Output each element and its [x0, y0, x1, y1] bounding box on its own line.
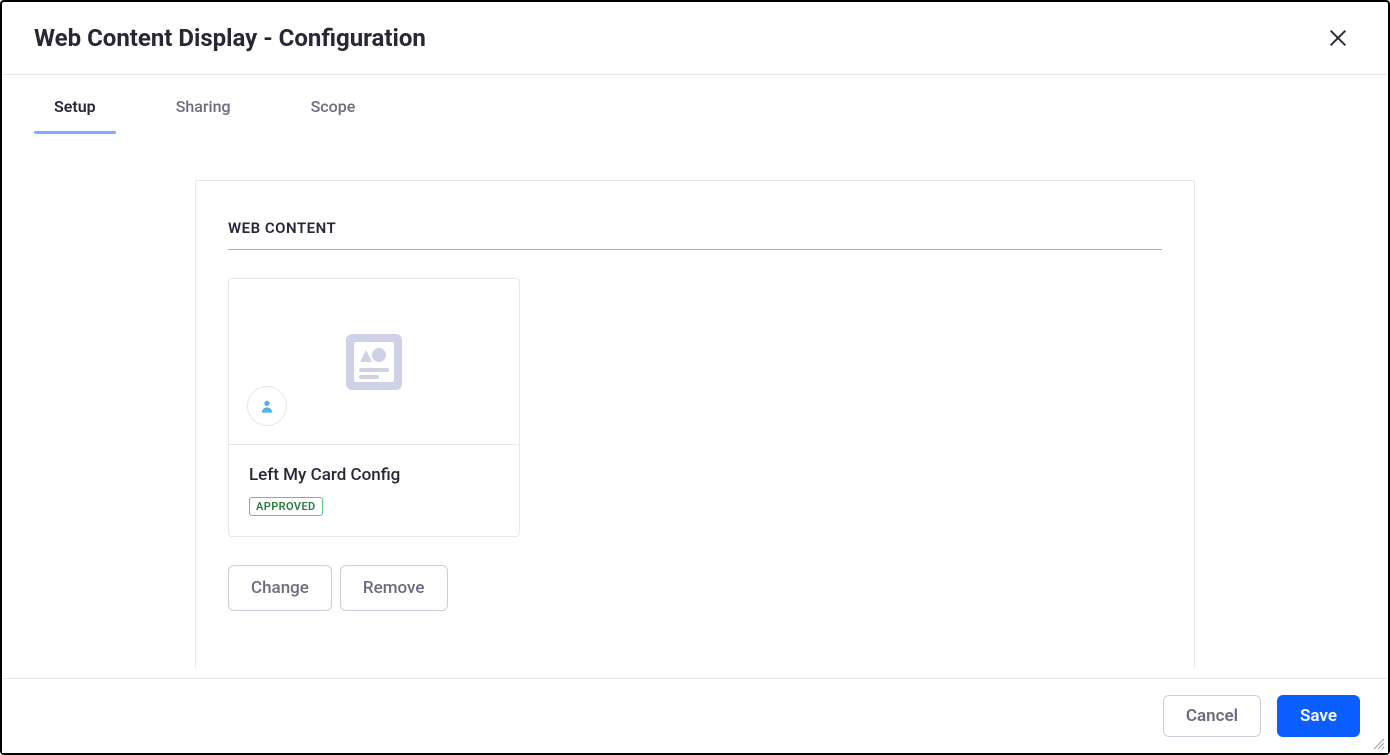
status-badge: APPROVED: [249, 497, 323, 516]
section-title-web-content: WEB CONTENT: [228, 219, 1162, 250]
card-actions: Change Remove: [228, 565, 1162, 611]
tab-sharing[interactable]: Sharing: [156, 81, 251, 132]
tab-bar: Setup Sharing Scope: [2, 81, 1388, 132]
dialog-title: Web Content Display - Configuration: [34, 24, 426, 52]
cancel-button[interactable]: Cancel: [1163, 695, 1261, 737]
user-icon: [259, 398, 275, 414]
user-badge: [247, 386, 287, 426]
tab-setup[interactable]: Setup: [34, 81, 116, 132]
content-wrap: WEB CONTENT: [2, 132, 1388, 668]
close-icon: [1327, 27, 1349, 49]
dialog-header: Web Content Display - Configuration: [2, 2, 1388, 75]
change-button[interactable]: Change: [228, 565, 332, 611]
card-body: Left My Card Config APPROVED: [229, 445, 519, 536]
card-preview: [229, 279, 519, 445]
tab-scope[interactable]: Scope: [291, 81, 376, 132]
document-placeholder-icon: [342, 330, 406, 394]
content-card[interactable]: Left My Card Config APPROVED: [228, 278, 520, 537]
card-title: Left My Card Config: [249, 465, 499, 485]
setup-panel: WEB CONTENT: [195, 180, 1195, 668]
remove-button[interactable]: Remove: [340, 565, 448, 611]
close-button[interactable]: [1320, 20, 1356, 56]
save-button[interactable]: Save: [1277, 695, 1360, 737]
spacer: [228, 611, 1162, 668]
dialog-body[interactable]: Setup Sharing Scope WEB CONTENT: [2, 75, 1388, 668]
dialog-footer: Cancel Save: [2, 678, 1388, 753]
